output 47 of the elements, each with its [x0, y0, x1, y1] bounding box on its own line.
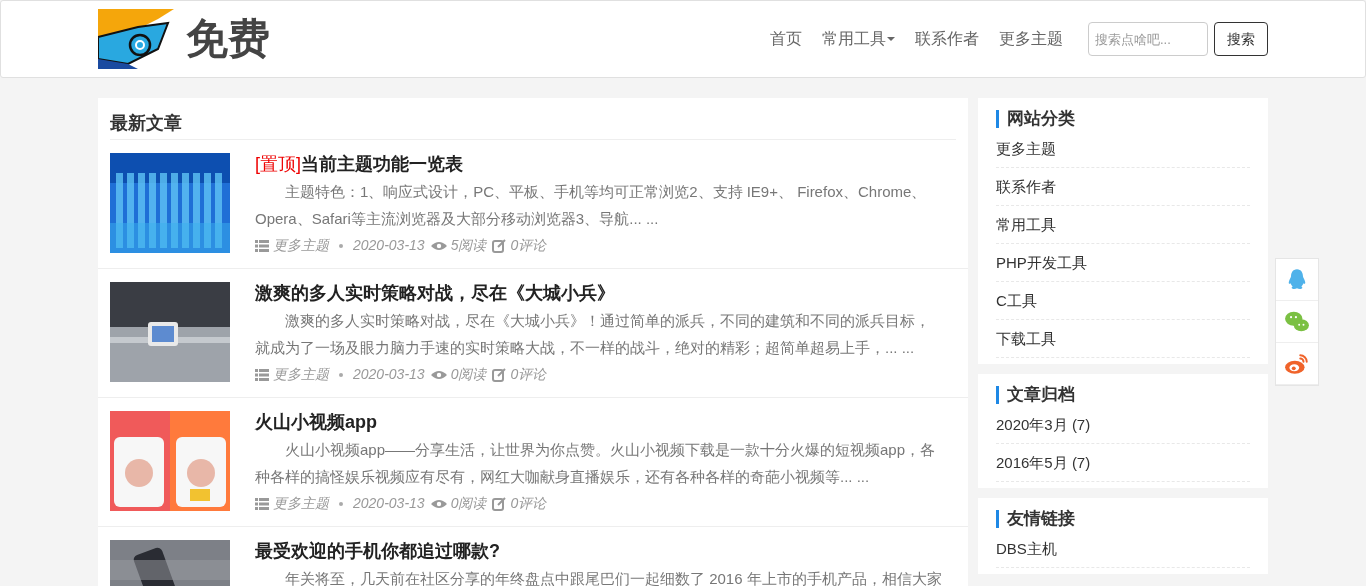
sidebar-link[interactable]: 2020年3月 (7) — [996, 406, 1250, 444]
eye-icon — [430, 369, 447, 380]
sidebar-heading: 友情链接 — [996, 510, 1250, 528]
sidebar-link[interactable]: 2016年5月 (7) — [996, 444, 1250, 482]
edit-icon — [492, 496, 507, 511]
comment-count: 0评论 — [510, 236, 547, 255]
sidebar-link[interactable]: PHP开发工具 — [996, 244, 1250, 282]
view-count: 0阅读 — [450, 365, 487, 384]
article-date: 2020-03-13 — [353, 494, 425, 513]
article-summary: 火山小视频app——分享生活，让世界为你点赞。火山小视频下载是一款十分火爆的短视频app，各种各样的搞怪娱乐视频应有尽有，网红大咖献身直播娱乐，还有各种各样的奇葩小视频等... ... — [255, 440, 937, 487]
section-heading: 最新文章 — [110, 112, 183, 135]
sidebar-link[interactable]: C工具 — [996, 282, 1250, 320]
sidebar-heading: 文章归档 — [996, 386, 1250, 404]
article-summary: 年关将至，几天前在社区分享的年终盘点中跟尾巴们一起细数了 2016 年上市的手机产品，相信大家 — [284, 569, 943, 586]
wave-logo-icon[interactable] — [98, 9, 174, 69]
list-icon — [255, 497, 269, 510]
sidebar-link[interactable]: 常用工具 — [996, 206, 1250, 244]
comment-count: 0评论 — [510, 494, 547, 513]
eye-icon — [430, 240, 447, 251]
nav-link[interactable]: 首页 — [760, 27, 812, 51]
view-count: 0阅读 — [450, 494, 487, 513]
nav-link[interactable]: 联系作者 — [905, 27, 989, 51]
article-title[interactable]: 火山小视频app — [255, 411, 956, 433]
search-field[interactable]: 搜索点啥吧... — [1088, 22, 1208, 56]
sidebar-link[interactable]: DBS主机 — [996, 530, 1250, 568]
view-count: 5阅读 — [450, 236, 487, 255]
article-summary: 激爽的多人实时策略对战，尽在《大城小兵》！通过简单的派兵，不同的建筑和不同的派兵目标，就成为了一场及眼力脑力手速的实时策略大战，不一样的战斗，绝对的精彩；超简单超易上手，... ... — [255, 311, 931, 358]
article-summary: 主题特色：1、响应式设计，PC、平板、手机等均可正常浏览2、支持 IE9+、 Firefox、Chrome、Opera、Safari等主流浏览器及大部分移动浏览器3、导航... ... — [255, 182, 928, 229]
eye-icon — [430, 498, 447, 509]
search-button[interactable]: 搜索 — [1214, 22, 1268, 56]
article-title[interactable]: 激爽的多人实时策略对战，尽在《大城小兵》 — [255, 282, 956, 304]
list-icon — [255, 239, 269, 252]
nav-link[interactable]: 更多主题 — [989, 27, 1073, 51]
logo-text: 免费 — [186, 18, 270, 60]
sidebar-link[interactable]: 下载工具 — [996, 320, 1250, 358]
comment-count: 0评论 — [510, 365, 547, 384]
article-title[interactable]: [置顶]当前主题功能一览表 — [255, 153, 956, 175]
sidebar-link[interactable]: 联系作者 — [996, 168, 1250, 206]
list-icon — [255, 368, 269, 381]
article-title[interactable]: 最受欢迎的手机你都追过哪款? — [255, 540, 956, 562]
article-date: 2020-03-13 — [353, 365, 425, 384]
nav-link[interactable]: 常用工具 — [812, 27, 905, 51]
edit-icon — [492, 367, 507, 382]
sidebar-heading: 网站分类 — [996, 110, 1250, 128]
edit-icon — [492, 238, 507, 253]
sidebar-link[interactable]: 更多主题 — [996, 130, 1250, 168]
article-date: 2020-03-13 — [353, 236, 425, 255]
